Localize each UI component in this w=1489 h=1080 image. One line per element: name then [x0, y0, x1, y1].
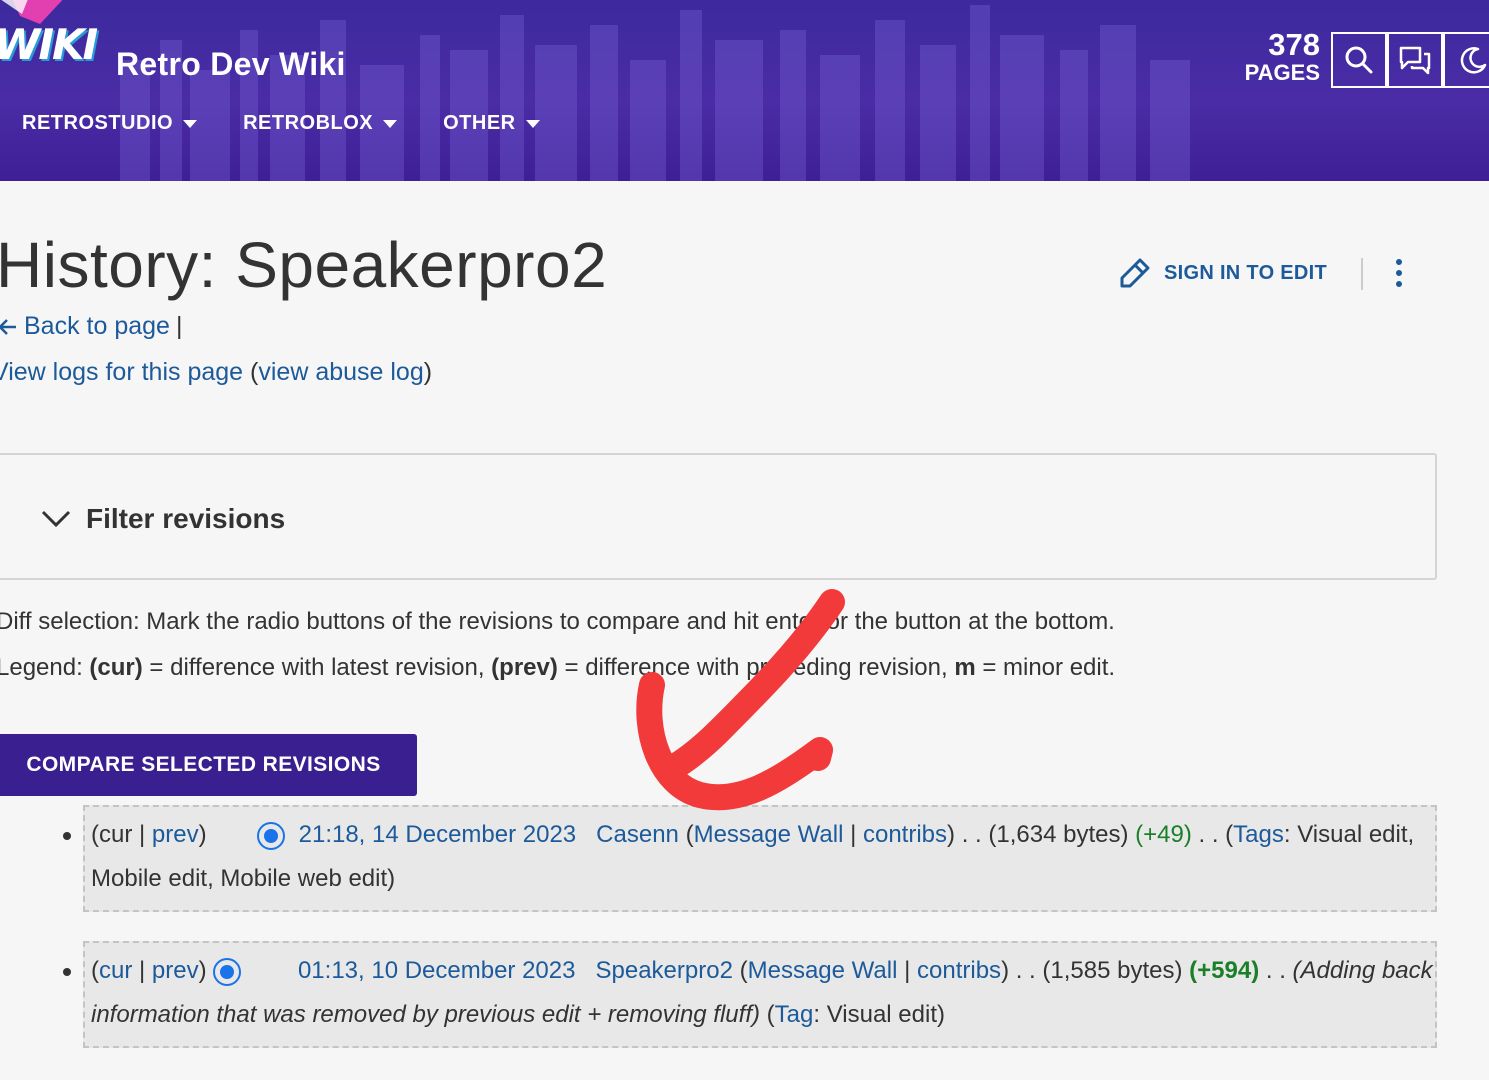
- user-link[interactable]: Casenn: [596, 821, 679, 848]
- pages-count-number: 378: [1268, 27, 1320, 62]
- tag-link[interactable]: Tag: [775, 1001, 814, 1028]
- prev-link[interactable]: prev: [152, 821, 199, 848]
- caret-down-icon: [383, 119, 398, 128]
- nav-retrostudio[interactable]: RETROSTUDIO: [22, 112, 198, 135]
- divider: [1361, 258, 1363, 290]
- revision-radio[interactable]: [257, 821, 286, 850]
- search-icon: [1345, 46, 1373, 74]
- site-title[interactable]: Retro Dev Wiki: [116, 46, 346, 83]
- size-diff: (+594): [1189, 957, 1260, 984]
- prev-link[interactable]: prev: [152, 957, 199, 984]
- discussions-icon: [1399, 46, 1431, 75]
- user-link[interactable]: Speakerpro2: [596, 957, 733, 984]
- page-title: History: Speakerpro2: [0, 229, 608, 301]
- main-nav: RETROSTUDIO RETROBLOX OTHER: [22, 112, 540, 135]
- skyline-background: [120, 5, 1190, 181]
- contribs-link[interactable]: contribs: [863, 821, 947, 848]
- revision-size: (1,634 bytes): [988, 821, 1129, 848]
- search-button[interactable]: [1331, 32, 1387, 88]
- revision-tags: Visual edit: [826, 1001, 937, 1028]
- list-bullet: [63, 832, 71, 840]
- cur-label: cur: [99, 821, 133, 848]
- discussions-button[interactable]: [1387, 32, 1443, 88]
- pages-count-label: PAGES: [1244, 60, 1320, 85]
- legend-m: m: [954, 654, 976, 681]
- caret-down-icon: [183, 119, 198, 128]
- filter-revisions-toggle[interactable]: Filter revisions: [40, 503, 285, 535]
- diff-selection-help: Diff selection: Mark the radio buttons o…: [0, 608, 1115, 635]
- nav-retroblox[interactable]: RETROBLOX: [243, 112, 398, 135]
- chevron-down-icon: [41, 510, 71, 528]
- revision-row: (cur | prev) 21:18, 14 December 2023 Cas…: [83, 805, 1437, 912]
- cur-link[interactable]: cur: [99, 957, 132, 984]
- legend-prev: (prev): [491, 654, 558, 681]
- nav-other[interactable]: OTHER: [443, 112, 540, 135]
- pages-counter: 378 PAGES: [1232, 27, 1320, 86]
- legend-prefix: Legend:: [0, 654, 90, 681]
- revision-size: (1,585 bytes): [1042, 957, 1183, 984]
- logs-row: View logs for this page (view abuse log): [0, 358, 432, 387]
- legend-m-desc: = minor edit.: [975, 654, 1116, 681]
- back-to-page-link[interactable]: Back to page: [24, 312, 170, 341]
- filter-revisions-panel: Filter revisions: [0, 453, 1437, 580]
- compare-selected-revisions-button[interactable]: COMPARE SELECTED REVISIONS: [0, 734, 417, 796]
- more-actions-icon[interactable]: [1388, 256, 1410, 292]
- message-wall-link[interactable]: Message Wall: [694, 821, 844, 848]
- sign-in-label: SIGN IN TO EDIT: [1164, 261, 1328, 284]
- list-bullet: [63, 968, 71, 976]
- legend-help: Legend: (cur) = difference with latest r…: [0, 654, 1115, 682]
- arrow-left-icon: [0, 318, 16, 335]
- size-diff: (+49): [1135, 821, 1192, 848]
- revision-radio[interactable]: [213, 957, 242, 986]
- legend-cur-desc: = difference with latest revision,: [142, 654, 492, 681]
- contribs-link[interactable]: contribs: [917, 957, 1001, 984]
- nav-label: OTHER: [443, 112, 516, 134]
- legend-prev-desc: = difference with preceding revision,: [557, 654, 955, 681]
- site-header: WIKI Retro Dev Wiki RETROSTUDIO RETROBLO…: [0, 0, 1489, 181]
- caret-down-icon: [525, 119, 540, 128]
- moon-icon: [1460, 47, 1487, 74]
- nav-label: RETROSTUDIO: [22, 112, 174, 134]
- back-to-page-row: Back to page |: [0, 312, 182, 341]
- wiki-logo[interactable]: WIKI: [0, 20, 98, 69]
- view-abuse-log-link[interactable]: view abuse log: [258, 358, 423, 386]
- revision-row: (cur | prev) 01:13, 10 December 2023 Spe…: [83, 941, 1437, 1048]
- revision-timestamp-link[interactable]: 01:13, 10 December 2023: [298, 957, 576, 984]
- legend-cur: (cur): [89, 654, 143, 681]
- separator: |: [175, 312, 183, 340]
- pencil-icon: [1120, 258, 1150, 288]
- message-wall-link[interactable]: Message Wall: [748, 957, 898, 984]
- sign-in-to-edit-button[interactable]: SIGN IN TO EDIT: [1118, 256, 1327, 290]
- view-logs-link[interactable]: View logs for this page: [0, 358, 243, 386]
- dark-mode-button[interactable]: [1443, 32, 1489, 88]
- filter-revisions-label: Filter revisions: [86, 503, 286, 534]
- revision-timestamp-link[interactable]: 21:18, 14 December 2023: [299, 821, 577, 848]
- tags-link[interactable]: Tags: [1233, 821, 1284, 848]
- nav-label: RETROBLOX: [243, 112, 374, 134]
